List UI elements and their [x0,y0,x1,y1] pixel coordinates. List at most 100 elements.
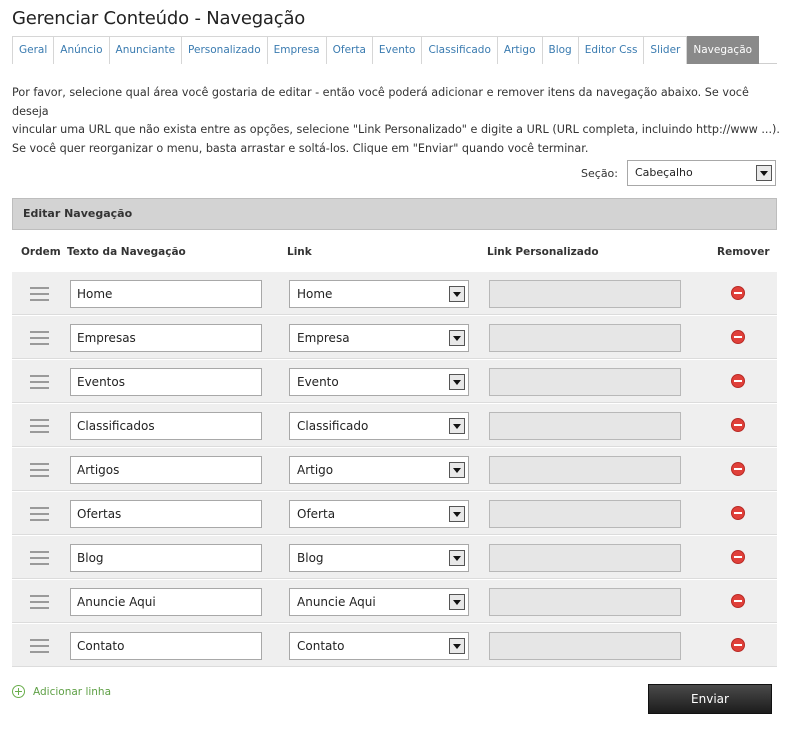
panel-header: Editar Navegação [12,198,777,230]
link-select[interactable]: Contato [289,632,469,660]
navigation-rows: Home Home Empresas Empresa Eventos Event… [12,271,777,667]
add-row-link[interactable]: Adicionar linha [12,685,111,698]
drag-handle-icon[interactable] [30,375,49,389]
link-select[interactable]: Oferta [289,500,469,528]
tab-anuncio[interactable]: Anúncio [54,36,110,64]
remove-icon[interactable] [731,462,745,476]
drag-handle-icon[interactable] [30,463,49,477]
tab-personalizado[interactable]: Personalizado [182,36,268,64]
table-row: Empresas Empresa [12,315,777,359]
link-select[interactable]: Evento [289,368,469,396]
custom-link-input[interactable] [489,412,681,440]
table-row: Home Home [12,271,777,315]
link-select-value: Empresa [297,331,350,345]
custom-link-input[interactable] [489,588,681,616]
tab-artigo[interactable]: Artigo [497,36,543,64]
nav-text-input[interactable]: Eventos [70,368,262,396]
dropdown-arrow-icon[interactable] [756,165,772,181]
dropdown-arrow-icon[interactable] [449,330,465,346]
remove-icon[interactable] [731,374,745,388]
remove-icon[interactable] [731,286,745,300]
column-header-link: Link [287,246,312,258]
link-select-value: Artigo [297,463,334,477]
dropdown-arrow-icon[interactable] [449,462,465,478]
submit-button[interactable]: Enviar [648,684,772,714]
nav-text-input[interactable]: Classificados [70,412,262,440]
dropdown-arrow-icon[interactable] [449,286,465,302]
custom-link-input[interactable] [489,324,681,352]
remove-icon[interactable] [731,330,745,344]
dropdown-arrow-icon[interactable] [449,550,465,566]
column-header-order: Ordem [21,246,61,258]
page-title: Gerenciar Conteúdo - Navegação [12,8,306,29]
intro-line: vincular uma URL que não exista entre as… [12,123,780,136]
table-row: Eventos Evento [12,359,777,403]
nav-text-input[interactable]: Blog [70,544,262,572]
tab-navegacao[interactable]: Navegação [687,36,760,64]
nav-text-input[interactable]: Home [70,280,262,308]
drag-handle-icon[interactable] [30,639,49,653]
section-selector: Seção: Cabeçalho [581,160,776,186]
tab-anunciante[interactable]: Anunciante [109,36,183,64]
dropdown-arrow-icon[interactable] [449,418,465,434]
custom-link-input[interactable] [489,500,681,528]
dropdown-arrow-icon[interactable] [449,638,465,654]
link-select[interactable]: Anuncie Aqui [289,588,469,616]
table-row: Ofertas Oferta [12,491,777,535]
add-row-label[interactable]: Adicionar linha [33,686,111,698]
drag-handle-icon[interactable] [30,287,49,301]
custom-link-input[interactable] [489,632,681,660]
section-select-value: Cabeçalho [635,166,693,179]
tab-empresa[interactable]: Empresa [267,36,327,64]
custom-link-input[interactable] [489,456,681,484]
tab-oferta[interactable]: Oferta [326,36,373,64]
intro-line: Se você quer reorganizar o menu, basta a… [12,141,589,155]
nav-text-input[interactable]: Anuncie Aqui [70,588,262,616]
intro-line: Por favor, selecione qual área você gost… [12,86,749,118]
add-circle-icon[interactable] [12,685,25,698]
tab-geral[interactable]: Geral [12,36,55,64]
tab-classificado[interactable]: Classificado [422,36,498,64]
tab-slider[interactable]: Slider [644,36,688,64]
remove-icon[interactable] [731,638,745,652]
remove-icon[interactable] [731,506,745,520]
custom-link-input[interactable] [489,280,681,308]
link-select[interactable]: Classificado [289,412,469,440]
dropdown-arrow-icon[interactable] [449,374,465,390]
remove-icon[interactable] [731,418,745,432]
dropdown-arrow-icon[interactable] [449,594,465,610]
drag-handle-icon[interactable] [30,595,49,609]
section-label: Seção: [581,166,618,180]
drag-handle-icon[interactable] [30,507,49,521]
section-select[interactable]: Cabeçalho [627,160,776,186]
custom-link-input[interactable] [489,368,681,396]
custom-link-input[interactable] [489,544,681,572]
table-row: Anuncie Aqui Anuncie Aqui [12,579,777,623]
column-header-text: Texto da Navegação [67,246,186,258]
column-header-remove: Remover [717,246,770,258]
link-select[interactable]: Home [289,280,469,308]
dropdown-arrow-icon[interactable] [449,506,465,522]
nav-text-input[interactable]: Ofertas [70,500,262,528]
intro-text: Por favor, selecione qual área você gost… [12,84,782,158]
link-select[interactable]: Empresa [289,324,469,352]
drag-handle-icon[interactable] [30,419,49,433]
remove-icon[interactable] [731,550,745,564]
link-select-value: Blog [297,551,324,565]
drag-handle-icon[interactable] [30,331,49,345]
link-select[interactable]: Blog [289,544,469,572]
nav-text-input[interactable]: Artigos [70,456,262,484]
link-select-value: Home [297,287,333,301]
link-select[interactable]: Artigo [289,456,469,484]
link-select-value: Contato [297,639,345,653]
tab-blog[interactable]: Blog [542,36,579,64]
remove-icon[interactable] [731,594,745,608]
content-tabs: Geral Anúncio Anunciante Personalizado E… [12,36,777,64]
nav-text-input[interactable]: Contato [70,632,262,660]
link-select-value: Anuncie Aqui [297,595,376,609]
nav-text-input[interactable]: Empresas [70,324,262,352]
tab-editor-css[interactable]: Editor Css [578,36,645,64]
tab-evento[interactable]: Evento [372,36,423,64]
drag-handle-icon[interactable] [30,551,49,565]
column-header-custom-link: Link Personalizado [487,246,599,258]
